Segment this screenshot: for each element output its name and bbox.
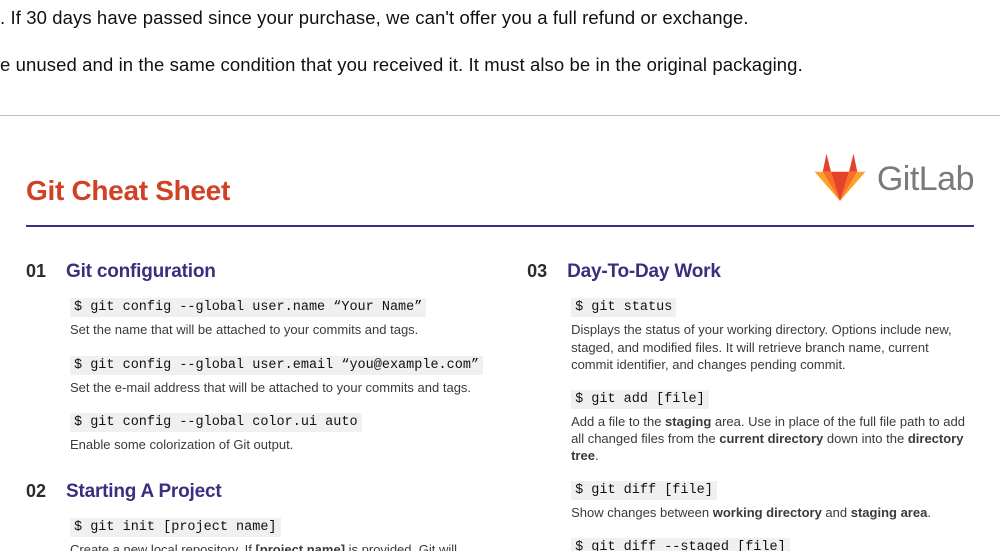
s03-item-1: $ git add [file] Add a file to the stagi… (571, 389, 974, 464)
s03-item-2: $ git diff [file] Show changes between w… (571, 480, 974, 521)
left-column: 01 Git configuration $ git config --glob… (26, 261, 483, 551)
section-03: 03 Day-To-Day Work $ git status Displays… (527, 261, 974, 551)
section-01: 01 Git configuration $ git config --glob… (26, 261, 483, 452)
s01-item-0-desc: Set the name that will be attached to yo… (70, 321, 483, 338)
s01-item-2-cmd: $ git config --global color.ui auto (70, 413, 362, 432)
s03-item-2-desc: Show changes between working directory a… (571, 504, 974, 521)
s02-item-0: $ git init [project name] Create a new l… (70, 517, 483, 551)
s02-item-0-desc: Create a new local repository. If [proje… (70, 541, 483, 551)
s03-item-0: $ git status Displays the status of your… (571, 297, 974, 372)
s01-item-1: $ git config --global user.email “you@ex… (70, 355, 483, 396)
columns: 01 Git configuration $ git config --glob… (26, 261, 974, 551)
section-01-head: 01 Git configuration (26, 261, 483, 283)
section-01-title: Git configuration (66, 261, 216, 283)
s03-item-0-desc: Displays the status of your working dire… (571, 321, 974, 372)
policy-text: . If 30 days have passed since your purc… (0, 0, 1000, 115)
section-03-head: 03 Day-To-Day Work (527, 261, 974, 283)
s03-item-1-cmd: $ git add [file] (571, 390, 709, 409)
section-02: 02 Starting A Project $ git init [projec… (26, 481, 483, 551)
section-02-num: 02 (26, 481, 52, 502)
brand-name: GitLab (877, 160, 974, 199)
section-03-num: 03 (527, 261, 553, 282)
s03-item-3-cmd: $ git diff --staged [file] (571, 538, 790, 551)
cheatsheet: Git Cheat Sheet GitLab (0, 122, 1000, 551)
s01-item-2: $ git config --global color.ui auto Enab… (70, 412, 483, 453)
s03-item-1-desc: Add a file to the staging area. Use in p… (571, 413, 974, 464)
right-column: 03 Day-To-Day Work $ git status Displays… (527, 261, 974, 551)
section-03-title: Day-To-Day Work (567, 261, 721, 283)
policy-line-2: e unused and in the same condition that … (0, 51, 1000, 80)
policy-line-1: . If 30 days have passed since your purc… (0, 4, 1000, 33)
s01-item-0: $ git config --global user.name “Your Na… (70, 297, 483, 338)
s01-item-1-cmd: $ git config --global user.email “you@ex… (70, 356, 483, 375)
brand: GitLab (813, 152, 974, 207)
s01-item-1-desc: Set the e-mail address that will be atta… (70, 379, 483, 396)
cheatsheet-frame: Git Cheat Sheet GitLab (0, 115, 1000, 551)
sheet-title: Git Cheat Sheet (26, 175, 230, 207)
gitlab-logo-icon (813, 152, 867, 207)
s02-item-0-cmd: $ git init [project name] (70, 518, 281, 537)
s03-item-0-cmd: $ git status (571, 298, 676, 317)
s03-item-3: $ git diff --staged [file] Shows any cha… (571, 537, 974, 551)
section-01-num: 01 (26, 261, 52, 282)
s03-item-2-cmd: $ git diff [file] (571, 481, 717, 500)
sheet-header: Git Cheat Sheet GitLab (26, 152, 974, 227)
section-02-title: Starting A Project (66, 481, 221, 503)
s01-item-0-cmd: $ git config --global user.name “Your Na… (70, 298, 426, 317)
s01-item-2-desc: Enable some colorization of Git output. (70, 436, 483, 453)
section-02-head: 02 Starting A Project (26, 481, 483, 503)
